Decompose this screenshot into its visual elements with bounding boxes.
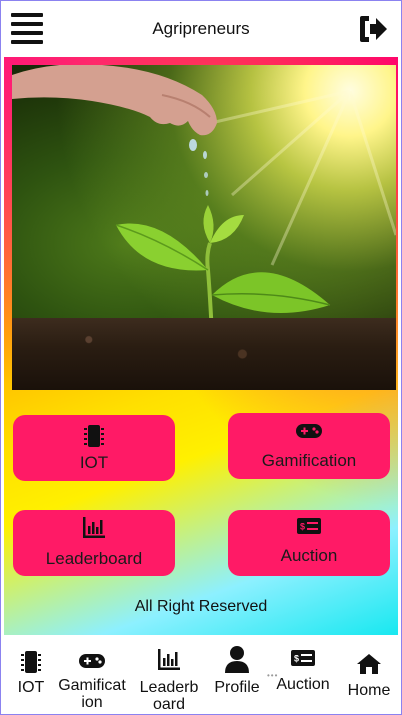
nav-label-home: Home xyxy=(347,682,391,699)
chip-icon xyxy=(21,651,41,673)
gamepad-icon xyxy=(79,654,105,668)
gamepad-icon xyxy=(296,424,322,438)
bar-chart-icon xyxy=(158,649,180,670)
nav-item-gamification[interactable]: Gamificat ion xyxy=(52,653,132,711)
user-icon xyxy=(225,646,249,673)
bottom-nav: IOT Gamificat ion Leaderb oard Profile •… xyxy=(1,635,401,714)
home-icon xyxy=(357,654,381,674)
logout-icon[interactable] xyxy=(357,13,389,45)
bar-chart-icon xyxy=(83,517,105,538)
gamification-button-label: Gamification xyxy=(261,451,357,470)
money-bill-icon: $ xyxy=(291,650,315,666)
leaderboard-button-label: Leaderboard xyxy=(45,549,143,568)
nav-item-auction[interactable]: $ Auction xyxy=(269,649,337,693)
nav-label-auction: Auction xyxy=(276,676,330,693)
nav-item-leaderboard[interactable]: Leaderb oard xyxy=(133,649,205,713)
copyright-text: All Right Reserved xyxy=(134,598,268,615)
chip-icon xyxy=(84,425,104,447)
iot-button-label: IOT xyxy=(79,453,109,472)
page-title: Agripreneurs xyxy=(152,19,250,38)
gamification-button[interactable]: Gamification xyxy=(228,413,390,479)
leaderboard-button[interactable]: Leaderboard xyxy=(13,510,175,576)
nav-label-iot: IOT xyxy=(17,679,45,696)
nav-label-profile: Profile xyxy=(214,679,260,696)
nav-item-profile[interactable]: Profile xyxy=(209,645,265,696)
nav-item-home[interactable]: Home xyxy=(341,653,397,699)
hero-image xyxy=(12,65,396,390)
soil xyxy=(12,318,396,390)
nav-item-iot[interactable]: IOT xyxy=(11,649,51,696)
auction-button-label: Auction xyxy=(280,546,338,565)
iot-button[interactable]: IOT xyxy=(13,415,175,481)
auction-button[interactable]: $ Auction xyxy=(228,510,390,576)
app-header: Agripreneurs xyxy=(1,1,401,57)
app-frame: Agripreneurs IOT Gamification Leaderboar… xyxy=(0,0,402,715)
nav-label-leaderboard: Leaderb oard xyxy=(139,679,199,713)
svg-text:$: $ xyxy=(294,654,299,664)
main-content: IOT Gamification Leaderboard $ Auction A… xyxy=(4,57,398,635)
money-bill-icon: $ xyxy=(297,518,321,534)
nav-label-gamification: Gamificat ion xyxy=(58,677,126,711)
svg-text:$: $ xyxy=(300,522,305,532)
